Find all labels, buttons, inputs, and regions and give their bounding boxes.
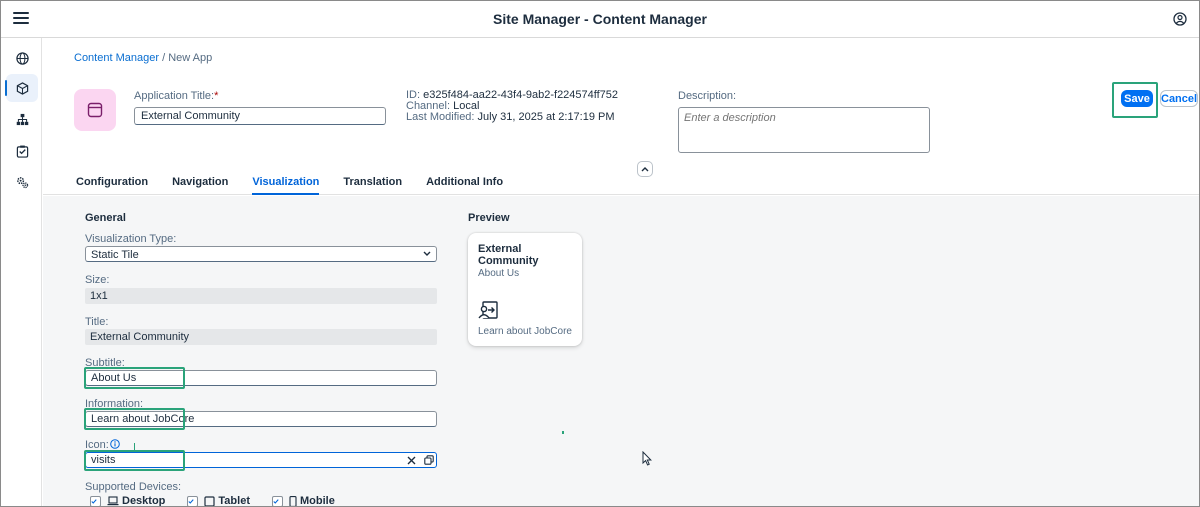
mobile-checkbox[interactable] <box>271 495 283 506</box>
device-tablet[interactable]: Tablet <box>187 495 250 507</box>
size-value: 1x1 <box>85 288 437 304</box>
save-button[interactable]: Save <box>1121 90 1153 107</box>
breadcrumb-current: New App <box>168 52 213 64</box>
device-desktop[interactable]: Desktop <box>90 495 166 507</box>
shell-bar: Site Manager - Content Manager <box>1 1 1199 38</box>
application-title-input[interactable] <box>134 107 386 125</box>
app-avatar <box>74 89 116 131</box>
desktop-checkbox[interactable] <box>90 495 101 506</box>
description-textarea[interactable] <box>678 107 930 153</box>
side-navigation <box>1 38 42 506</box>
application-title-label: Application Title:* <box>134 90 219 102</box>
tab-additional-info[interactable]: Additional Info <box>426 176 503 195</box>
laptop-icon <box>107 496 119 506</box>
check-icon <box>91 498 97 504</box>
size-label: Size: <box>85 274 110 286</box>
globe-icon <box>15 51 29 65</box>
chevron-down-icon <box>423 251 431 256</box>
annotation-tick-mark <box>134 443 135 451</box>
supported-devices-label: Supported Devices: <box>85 481 181 493</box>
description-label: Description: <box>678 90 737 102</box>
tab-navigation[interactable]: Navigation <box>172 176 228 195</box>
hierarchy-icon <box>16 113 28 125</box>
info-icon[interactable] <box>110 439 120 449</box>
mouse-cursor-icon <box>642 451 652 466</box>
cube-icon <box>16 81 28 95</box>
object-page-header: Content Manager / New App Application Ti… <box>43 38 1199 195</box>
check-icon <box>188 498 195 504</box>
cancel-button[interactable]: Cancel <box>1160 90 1198 107</box>
clear-icon[interactable] <box>407 456 416 465</box>
checklist-icon <box>16 145 28 158</box>
title-label: Title: <box>85 316 109 328</box>
phone-icon <box>289 495 297 506</box>
last-modified-value: July 31, 2025 at 2:17:19 PM <box>477 111 615 123</box>
title-value: External Community <box>85 329 437 345</box>
annotation-dot <box>562 431 564 434</box>
tab-configuration[interactable]: Configuration <box>76 176 148 195</box>
nav-hierarchy[interactable] <box>6 105 38 133</box>
icon-highlight-box <box>84 450 185 471</box>
app-metadata: ID: e325f484-aa22-43f4-9ab2-f224574ff752… <box>406 90 618 123</box>
tab-bar: Configuration Navigation Visualization T… <box>76 176 527 195</box>
settings-icon <box>16 176 28 188</box>
chevron-up-icon <box>641 167 649 172</box>
device-tablet-label: Tablet <box>218 495 250 507</box>
tab-visualization[interactable]: Visualization <box>252 176 320 195</box>
tablet-checkbox[interactable] <box>187 495 199 506</box>
visualization-type-value: Static Tile <box>91 249 139 261</box>
collapse-header-button[interactable] <box>637 161 653 177</box>
required-marker: * <box>214 90 219 102</box>
app-title: Site Manager - Content Manager <box>493 11 707 27</box>
tab-translation[interactable]: Translation <box>343 176 402 195</box>
nav-checklist[interactable] <box>6 137 38 165</box>
visualization-type-select[interactable]: Static Tile <box>85 246 437 262</box>
breadcrumb-link-content-manager[interactable]: Content Manager <box>74 52 159 64</box>
tile-info: Learn about JobCore <box>478 326 572 337</box>
supported-devices: Desktop Tablet Mobile <box>90 495 357 507</box>
user-account-icon[interactable] <box>1173 12 1187 26</box>
information-highlight-box <box>84 408 185 430</box>
last-modified-label: Last Modified: <box>406 111 475 123</box>
visits-icon <box>478 301 498 319</box>
breadcrumb: Content Manager / New App <box>74 52 212 64</box>
general-section-title: General <box>85 212 126 224</box>
device-mobile-label: Mobile <box>299 495 335 507</box>
visualization-content: General Visualization Type: Static Tile … <box>43 196 1199 507</box>
tablet-icon <box>204 495 216 506</box>
nav-sites[interactable] <box>6 44 38 72</box>
preview-section-title: Preview <box>468 212 510 224</box>
icon-input-tools <box>407 455 434 465</box>
device-mobile[interactable]: Mobile <box>271 495 335 507</box>
preview-tile[interactable]: External Community About Us Learn about … <box>468 233 582 346</box>
visualization-type-label: Visualization Type: <box>85 233 177 245</box>
device-desktop-label: Desktop <box>122 495 166 507</box>
app-window-icon <box>87 102 103 118</box>
nav-content-manager[interactable] <box>5 74 38 102</box>
nav-settings[interactable] <box>6 168 38 196</box>
tile-title: External Community <box>478 243 539 267</box>
tile-subtitle: About Us <box>478 268 520 279</box>
app-window: Site Manager - Content Manager Content M… <box>0 0 1200 507</box>
value-help-icon[interactable] <box>424 455 434 465</box>
check-icon <box>273 498 279 504</box>
subtitle-highlight-box <box>84 367 185 389</box>
breadcrumb-separator: / <box>162 52 166 64</box>
